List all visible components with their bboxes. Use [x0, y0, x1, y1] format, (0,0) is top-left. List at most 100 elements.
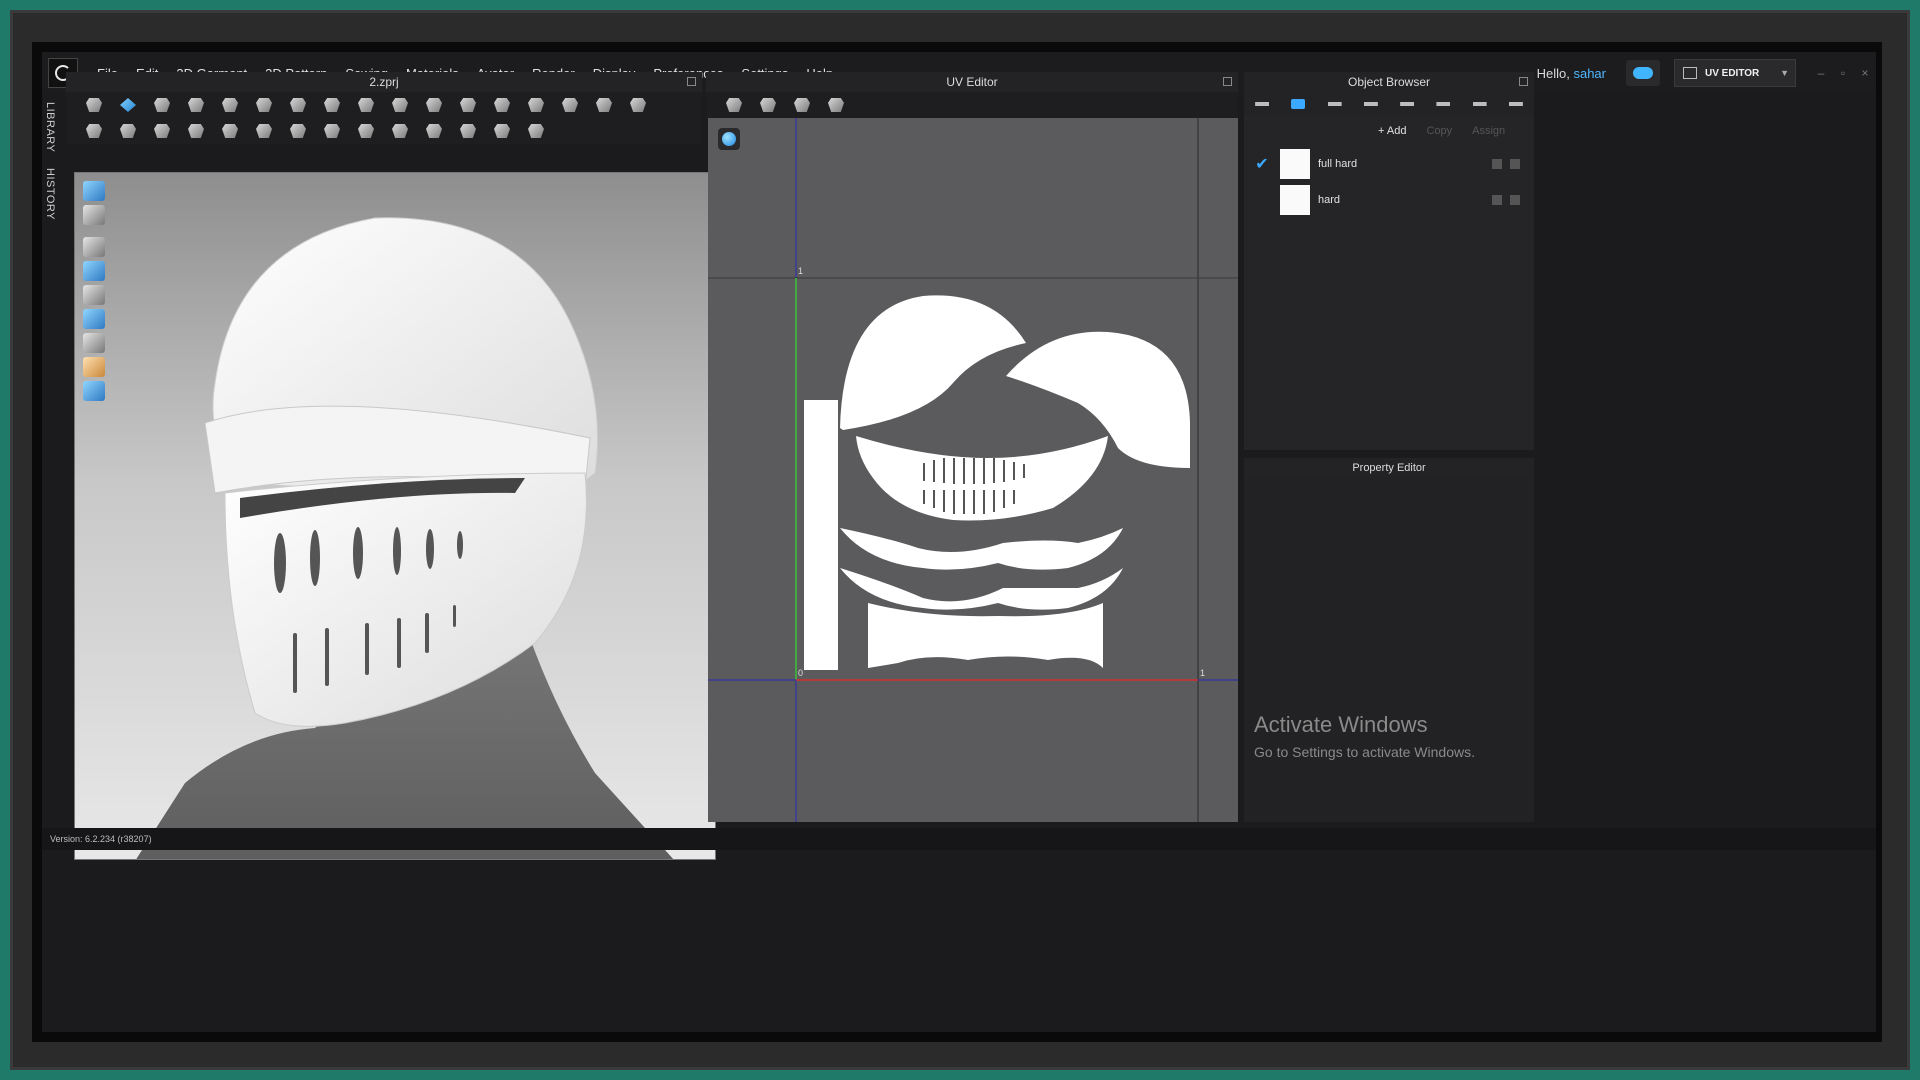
seam-tool-icon[interactable]	[114, 120, 142, 142]
uv-editor-title-bar: UV Editor	[706, 72, 1238, 92]
arrow-up-tool-icon[interactable]	[556, 94, 584, 116]
list-icon[interactable]	[1251, 96, 1273, 112]
rotate-tool-icon[interactable]	[284, 94, 312, 116]
material-swatch	[1280, 149, 1310, 179]
trim-tab-icon[interactable]	[1469, 96, 1491, 112]
fabric-tab-icon[interactable]	[1287, 96, 1309, 112]
watermark-title: Activate Windows	[1254, 712, 1428, 737]
property-editor-title-bar: Property Editor	[1244, 458, 1534, 478]
uv-export-icon[interactable]	[754, 94, 782, 116]
app-window: File Edit 3D Garment 2D Pattern Sewing M…	[42, 52, 1876, 1032]
button-tab-icon[interactable]	[1324, 96, 1346, 112]
uv-editor-title: UV Editor	[946, 75, 998, 89]
copy-button[interactable]: Copy	[1420, 124, 1458, 142]
greeting-prefix: Hello,	[1536, 65, 1574, 81]
chevron-down-icon: ▼	[1780, 68, 1789, 78]
object-browser-title: Object Browser	[1347, 75, 1431, 89]
viewport-title-bar: 2.zprj	[66, 72, 702, 92]
uv-display-toggle[interactable]	[718, 128, 740, 150]
layer-tool-icon[interactable]	[624, 94, 652, 116]
material-edit-icon[interactable]	[1492, 159, 1502, 169]
add-button[interactable]: + Add	[1372, 124, 1412, 142]
mode-label: UV EDITOR	[1705, 67, 1760, 79]
fabric-tool-icon[interactable]	[420, 120, 448, 142]
helmet-render	[136, 217, 674, 859]
needle-tool-icon[interactable]	[80, 120, 108, 142]
popout-icon[interactable]	[1223, 77, 1232, 86]
trim-tool-icon[interactable]	[352, 120, 380, 142]
pen-tool-icon[interactable]	[352, 94, 380, 116]
material-delete-icon[interactable]	[1510, 195, 1520, 205]
measure-tool-icon[interactable]	[522, 120, 550, 142]
tab-library[interactable]: LIBRARY	[44, 102, 56, 152]
select-tool-icon[interactable]	[80, 94, 108, 116]
viewport-title: 2.zprj	[369, 75, 399, 89]
puckering-tool-icon[interactable]	[216, 120, 244, 142]
sphere-icon	[722, 132, 736, 146]
material-row[interactable]: ✔ full hard	[1252, 146, 1528, 182]
material-delete-icon[interactable]	[1510, 159, 1520, 169]
assign-button[interactable]: Assign	[1466, 124, 1511, 142]
uv-snapshot-icon[interactable]	[720, 94, 748, 116]
greeting: Hello, sahar	[1537, 66, 1606, 81]
property-editor-title: Property Editor	[1352, 462, 1426, 474]
uv-islands	[804, 295, 1190, 670]
material-swatch	[1280, 185, 1310, 215]
3d-viewport[interactable]	[74, 172, 716, 860]
edit-texture-icon[interactable]	[454, 120, 482, 142]
uv-editor-icon	[1683, 67, 1697, 79]
line-tab-icon[interactable]	[1360, 96, 1382, 112]
uv-axis-right-label: 1	[1200, 668, 1206, 678]
fit-tool-icon[interactable]	[590, 94, 618, 116]
username[interactable]: sahar	[1573, 66, 1606, 81]
uv-axis-top-label: 1	[798, 266, 804, 276]
toolbar-3d-row1	[66, 92, 702, 118]
graphic-tool-icon[interactable]	[386, 120, 414, 142]
brush-tool-icon[interactable]	[386, 94, 414, 116]
material-name: full hard	[1318, 158, 1358, 170]
uv-packing-icon[interactable]	[822, 94, 850, 116]
tab-history[interactable]: HISTORY	[44, 168, 56, 220]
ruler-tab-icon[interactable]	[1505, 96, 1527, 112]
buttonhole-tool-icon[interactable]	[318, 120, 346, 142]
minimize-icon[interactable]: –	[1810, 66, 1832, 80]
status-bar: Version: 6.2.234 (r38207)	[42, 828, 1876, 850]
puckering-tab-icon[interactable]	[1432, 96, 1454, 112]
version-label: Version: 6.2.234 (r38207)	[50, 834, 152, 844]
toolbar-3d-row2	[66, 118, 702, 144]
shirt-tool-icon[interactable]	[488, 94, 516, 116]
mode-dropdown[interactable]: UV EDITOR ▼	[1674, 59, 1796, 87]
maximize-icon[interactable]: ▫	[1832, 66, 1854, 80]
popout-icon[interactable]	[1519, 77, 1528, 86]
close-icon[interactable]: ×	[1854, 66, 1876, 80]
zipper-tool-icon[interactable]	[182, 120, 210, 142]
texture-tool-icon[interactable]	[454, 94, 482, 116]
cloud-icon[interactable]	[1626, 60, 1660, 86]
fold-tool-icon[interactable]	[216, 94, 244, 116]
material-edit-icon[interactable]	[1492, 195, 1502, 205]
uv-canvas[interactable]: 1 0 1	[708, 118, 1238, 822]
stitch-tool-icon[interactable]	[148, 120, 176, 142]
move-tool-icon[interactable]	[114, 94, 142, 116]
uv-arrange-icon[interactable]	[788, 94, 816, 116]
pants-tool-icon[interactable]	[522, 94, 550, 116]
camera-tool-icon[interactable]	[420, 94, 448, 116]
transform-tool-icon[interactable]	[148, 94, 176, 116]
tack-tool-icon[interactable]	[318, 94, 346, 116]
property-editor-body	[1244, 478, 1534, 822]
popout-icon[interactable]	[687, 77, 696, 86]
object-browser-actions: + Add Copy Assign	[1372, 124, 1532, 142]
material-name: hard	[1318, 194, 1341, 206]
user-area: Hello, sahar UV EDITOR ▼ – ▫ ×	[1537, 52, 1876, 94]
button-tool-icon[interactable]	[284, 120, 312, 142]
pin-tool-icon[interactable]	[250, 94, 278, 116]
topstitch-tab-icon[interactable]	[1396, 96, 1418, 112]
fill-tool-icon[interactable]	[488, 120, 516, 142]
activate-windows-watermark: Activate Windows Go to Settings to activ…	[1254, 712, 1475, 760]
garment-tool-icon[interactable]	[182, 94, 210, 116]
material-row[interactable]: hard	[1252, 182, 1528, 218]
object-browser-tabs	[1244, 92, 1534, 116]
uv-toolbar	[706, 92, 1238, 118]
uv-axis-origin-label: 0	[798, 668, 804, 678]
pattern-tool-icon[interactable]	[250, 120, 278, 142]
